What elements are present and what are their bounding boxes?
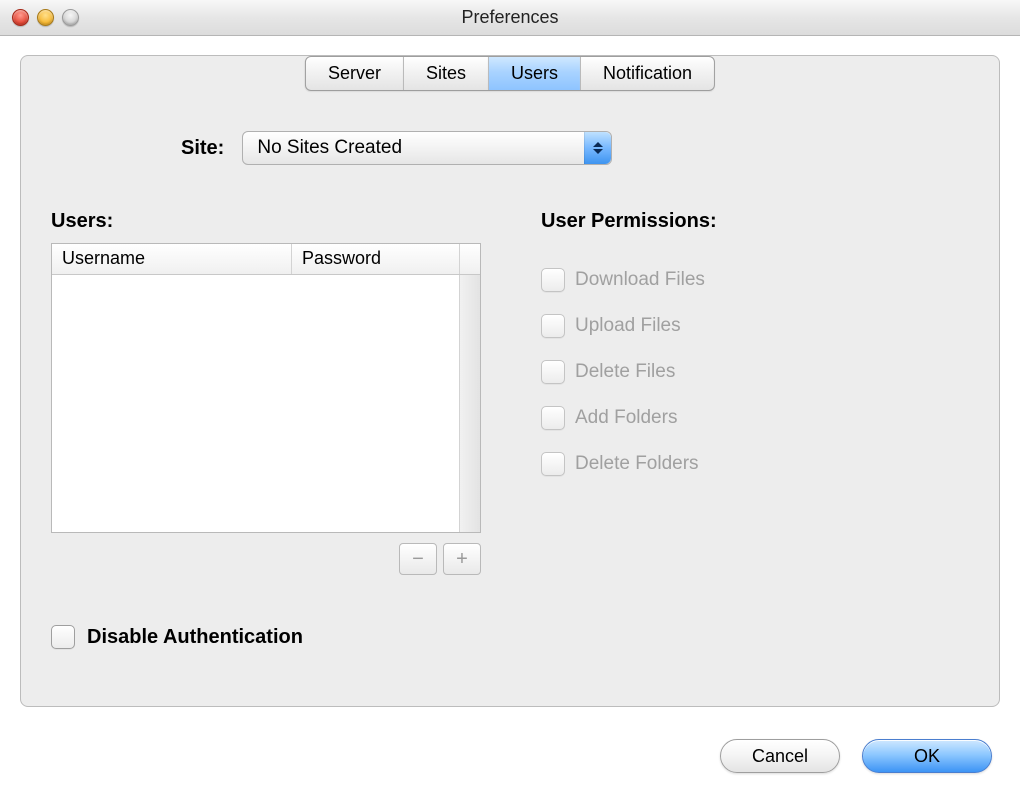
cancel-button[interactable]: Cancel xyxy=(720,739,840,773)
users-tab-content: Site: No Sites Created Users: Username P… xyxy=(41,96,979,686)
perm-download-files: Download Files xyxy=(541,268,979,292)
disable-authentication-checkbox[interactable] xyxy=(51,625,75,649)
users-add-remove-buttons: − + xyxy=(51,543,481,575)
users-table-scrollbar[interactable] xyxy=(459,275,480,532)
disable-authentication-label: Disable Authentication xyxy=(87,626,303,649)
site-row: Site: No Sites Created xyxy=(41,131,979,165)
tab-notification[interactable]: Notification xyxy=(581,57,714,90)
perm-add-folders-label: Add Folders xyxy=(575,407,677,429)
window-title: Preferences xyxy=(0,7,1020,28)
perm-delete-folders-checkbox[interactable] xyxy=(541,452,565,476)
perm-add-folders: Add Folders xyxy=(541,406,979,430)
disable-authentication-row: Disable Authentication xyxy=(41,625,979,649)
users-heading: Users: xyxy=(51,210,481,233)
users-column: Users: Username Password − + xyxy=(51,210,481,575)
perm-delete-folders-label: Delete Folders xyxy=(575,453,699,475)
users-table[interactable]: Username Password xyxy=(51,243,481,533)
permissions-heading: User Permissions: xyxy=(541,210,979,233)
users-table-header: Username Password xyxy=(52,244,480,275)
perm-delete-files-checkbox[interactable] xyxy=(541,360,565,384)
perm-upload-files: Upload Files xyxy=(541,314,979,338)
users-col-password[interactable]: Password xyxy=(292,244,460,274)
perm-download-files-label: Download Files xyxy=(575,269,705,291)
permissions-list: Download Files Upload Files Delete Files… xyxy=(541,268,979,476)
site-popup-button[interactable]: No Sites Created xyxy=(242,131,612,165)
site-label: Site: xyxy=(181,137,224,160)
perm-delete-files: Delete Files xyxy=(541,360,979,384)
preferences-tabs: Server Sites Users Notification xyxy=(305,56,715,91)
tab-sites[interactable]: Sites xyxy=(404,57,489,90)
users-col-scroll-spacer xyxy=(460,244,480,274)
perm-delete-folders: Delete Folders xyxy=(541,452,979,476)
updown-arrows-icon xyxy=(584,132,611,164)
users-table-rows[interactable] xyxy=(52,275,459,532)
users-columns: Users: Username Password − + xyxy=(41,210,979,575)
tab-users[interactable]: Users xyxy=(489,57,581,90)
users-col-username[interactable]: Username xyxy=(52,244,292,274)
tab-server[interactable]: Server xyxy=(306,57,404,90)
perm-upload-files-label: Upload Files xyxy=(575,315,681,337)
dialog-footer: Cancel OK xyxy=(720,739,992,773)
permissions-column: User Permissions: Download Files Upload … xyxy=(541,210,979,575)
preferences-panel: Site: No Sites Created Users: Username P… xyxy=(20,55,1000,707)
users-table-body[interactable] xyxy=(52,275,480,532)
ok-button[interactable]: OK xyxy=(862,739,992,773)
perm-delete-files-label: Delete Files xyxy=(575,361,675,383)
add-user-button[interactable]: + xyxy=(443,543,481,575)
perm-add-folders-checkbox[interactable] xyxy=(541,406,565,430)
window-titlebar: Preferences xyxy=(0,0,1020,36)
remove-user-button[interactable]: − xyxy=(399,543,437,575)
perm-download-files-checkbox[interactable] xyxy=(541,268,565,292)
site-popup-value: No Sites Created xyxy=(257,137,402,159)
perm-upload-files-checkbox[interactable] xyxy=(541,314,565,338)
